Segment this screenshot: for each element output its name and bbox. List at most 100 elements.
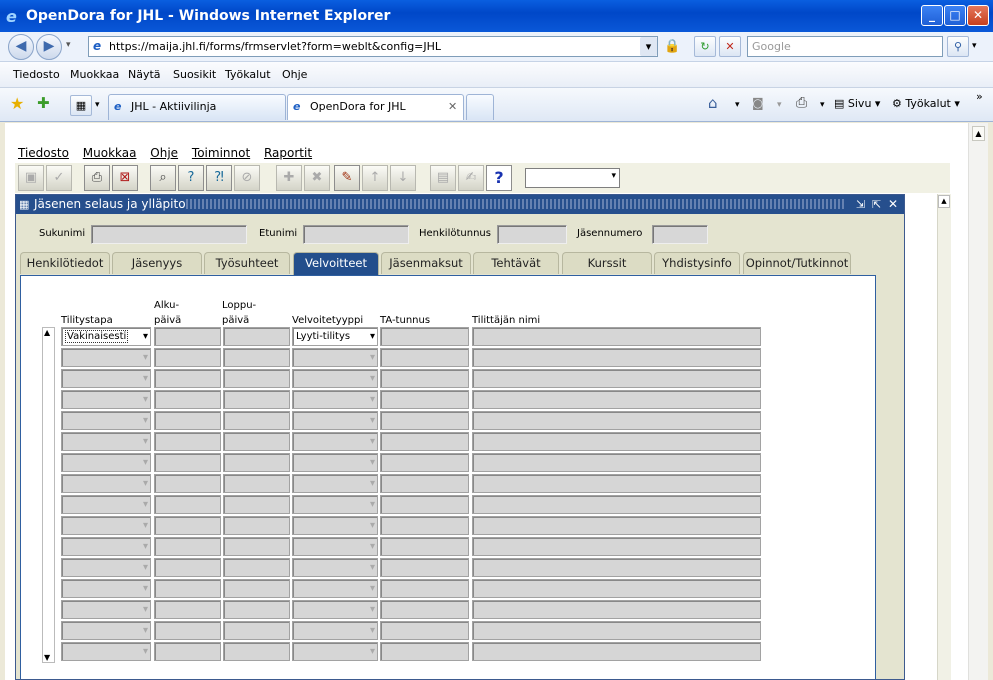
scroll-down-icon[interactable]: ▼ bbox=[44, 653, 50, 662]
ta-tunnus-cell[interactable] bbox=[380, 516, 469, 535]
print-dropdown-icon[interactable]: ▾ bbox=[820, 100, 825, 110]
search-input[interactable]: Google bbox=[747, 36, 943, 57]
tilitystapa-cell[interactable] bbox=[61, 369, 151, 388]
velvoitetyyppi-cell[interactable] bbox=[292, 579, 378, 598]
feeds-icon[interactable]: ◙ bbox=[752, 96, 764, 110]
tab-tehtavat[interactable]: Tehtävät bbox=[473, 252, 559, 274]
velvoitetyyppi-cell[interactable] bbox=[292, 621, 378, 640]
page-menu-button[interactable]: ▤ Sivu ▾ bbox=[834, 97, 880, 110]
tilitystapa-cell[interactable] bbox=[61, 558, 151, 577]
add-favorite-icon[interactable]: ✚ bbox=[37, 94, 50, 112]
toolbar-combo[interactable]: ▾ bbox=[525, 168, 620, 188]
henkilotunnus-field[interactable] bbox=[497, 225, 567, 244]
tilittajan-nimi-cell[interactable] bbox=[472, 327, 761, 346]
loppupaiva-cell[interactable] bbox=[223, 621, 290, 640]
velvoitetyyppi-cell[interactable] bbox=[292, 495, 378, 514]
ta-tunnus-cell[interactable] bbox=[380, 537, 469, 556]
tilitystapa-cell[interactable] bbox=[61, 537, 151, 556]
forms-menu-ohje[interactable]: Ohje bbox=[150, 146, 178, 160]
rows-scrollbar[interactable]: ▲ ▼ bbox=[42, 327, 55, 663]
tilittajan-nimi-cell[interactable] bbox=[472, 411, 761, 430]
loppupaiva-cell[interactable] bbox=[223, 558, 290, 577]
velvoitetyyppi-cell[interactable] bbox=[292, 390, 378, 409]
tilitystapa-cell[interactable] bbox=[61, 474, 151, 493]
tilitystapa-cell[interactable] bbox=[61, 579, 151, 598]
tilitystapa-cell[interactable] bbox=[61, 390, 151, 409]
execute-query-icon[interactable]: ⁈ bbox=[206, 165, 232, 191]
loppupaiva-cell[interactable] bbox=[223, 642, 290, 661]
ta-tunnus-cell[interactable] bbox=[380, 474, 469, 493]
back-button[interactable]: ◀ bbox=[8, 34, 34, 60]
save-icon[interactable]: ▣ bbox=[18, 165, 44, 191]
help-icon[interactable]: ? bbox=[486, 165, 512, 191]
loppupaiva-cell[interactable] bbox=[223, 348, 290, 367]
scroll-up-icon[interactable]: ▲ bbox=[44, 328, 50, 337]
tilittajan-nimi-cell[interactable] bbox=[472, 474, 761, 493]
menu-tiedosto[interactable]: Tiedosto bbox=[13, 68, 60, 81]
tab-tyosuhteet[interactable]: Työsuhteet bbox=[204, 252, 290, 274]
refresh-button[interactable]: ↻ bbox=[694, 36, 716, 57]
alkupaiva-cell[interactable] bbox=[154, 369, 221, 388]
tilittajan-nimi-cell[interactable] bbox=[472, 579, 761, 598]
tilitystapa-cell[interactable] bbox=[61, 411, 151, 430]
print-form-icon[interactable]: ⎙ bbox=[84, 165, 110, 191]
tilitystapa-cell[interactable] bbox=[61, 453, 151, 472]
loppupaiva-cell[interactable] bbox=[223, 600, 290, 619]
home-icon[interactable]: ⌂ bbox=[708, 94, 718, 112]
accept-icon[interactable]: ✓ bbox=[46, 165, 72, 191]
ta-tunnus-cell[interactable] bbox=[380, 621, 469, 640]
tilittajan-nimi-cell[interactable] bbox=[472, 453, 761, 472]
minimize-icon[interactable]: ⇲ bbox=[856, 195, 865, 214]
ta-tunnus-cell[interactable] bbox=[380, 453, 469, 472]
list-values-icon[interactable]: ▤ bbox=[430, 165, 456, 191]
lock-icon[interactable]: 🔒 bbox=[664, 39, 680, 54]
cancel-query-icon[interactable]: ⊘ bbox=[234, 165, 260, 191]
alkupaiva-cell[interactable] bbox=[154, 537, 221, 556]
browser-scrollbar[interactable]: ▲ bbox=[968, 123, 988, 680]
velvoitetyyppi-cell[interactable] bbox=[292, 600, 378, 619]
loppupaiva-cell[interactable] bbox=[223, 495, 290, 514]
ta-tunnus-cell[interactable] bbox=[380, 411, 469, 430]
velvoitetyyppi-cell[interactable] bbox=[292, 642, 378, 661]
velvoitetyyppi-cell[interactable]: Lyyti-tilitys bbox=[292, 327, 378, 346]
forms-menu-tiedosto[interactable]: Tiedosto bbox=[18, 146, 69, 160]
sukunimi-field[interactable] bbox=[91, 225, 247, 244]
next-record-icon[interactable]: ↓ bbox=[390, 165, 416, 191]
ta-tunnus-cell[interactable] bbox=[380, 558, 469, 577]
tilittajan-nimi-cell[interactable] bbox=[472, 516, 761, 535]
tab-henkilotiedot[interactable]: Henkilötiedot bbox=[20, 252, 110, 274]
alkupaiva-cell[interactable] bbox=[154, 411, 221, 430]
loppupaiva-cell[interactable] bbox=[223, 369, 290, 388]
browser-tab-aktiivilinja[interactable]: e JHL - Aktiivilinja bbox=[108, 94, 286, 120]
tilittajan-nimi-cell[interactable] bbox=[472, 642, 761, 661]
velvoitetyyppi-cell[interactable] bbox=[292, 558, 378, 577]
search-form-icon[interactable]: ⌕ bbox=[150, 165, 176, 191]
exit-icon[interactable]: ⊠ bbox=[112, 165, 138, 191]
tilittajan-nimi-cell[interactable] bbox=[472, 432, 761, 451]
alkupaiva-cell[interactable] bbox=[154, 579, 221, 598]
ta-tunnus-cell[interactable] bbox=[380, 579, 469, 598]
ta-tunnus-cell[interactable] bbox=[380, 390, 469, 409]
close-tab-icon[interactable]: ✕ bbox=[448, 95, 457, 119]
tilittajan-nimi-cell[interactable] bbox=[472, 621, 761, 640]
search-icon[interactable]: ⚲ bbox=[947, 36, 969, 57]
history-dropdown-icon[interactable]: ▾ bbox=[66, 40, 71, 50]
loppupaiva-cell[interactable] bbox=[223, 537, 290, 556]
alkupaiva-cell[interactable] bbox=[154, 600, 221, 619]
menu-suosikit[interactable]: Suosikit bbox=[173, 68, 216, 81]
loppupaiva-cell[interactable] bbox=[223, 327, 290, 346]
forms-menu-toiminnot[interactable]: Toiminnot bbox=[192, 146, 250, 160]
velvoitetyyppi-cell[interactable] bbox=[292, 474, 378, 493]
insert-record-icon[interactable]: ✚ bbox=[276, 165, 302, 191]
ta-tunnus-cell[interactable] bbox=[380, 495, 469, 514]
alkupaiva-cell[interactable] bbox=[154, 453, 221, 472]
print-icon[interactable]: ⎙ bbox=[796, 95, 807, 111]
menu-tyokalut[interactable]: Työkalut bbox=[225, 68, 271, 81]
menu-ohje[interactable]: Ohje bbox=[282, 68, 307, 81]
velvoitetyyppi-cell[interactable] bbox=[292, 411, 378, 430]
alkupaiva-cell[interactable] bbox=[154, 558, 221, 577]
forward-button[interactable]: ▶ bbox=[36, 34, 62, 60]
tilittajan-nimi-cell[interactable] bbox=[472, 558, 761, 577]
loppupaiva-cell[interactable] bbox=[223, 411, 290, 430]
loppupaiva-cell[interactable] bbox=[223, 516, 290, 535]
